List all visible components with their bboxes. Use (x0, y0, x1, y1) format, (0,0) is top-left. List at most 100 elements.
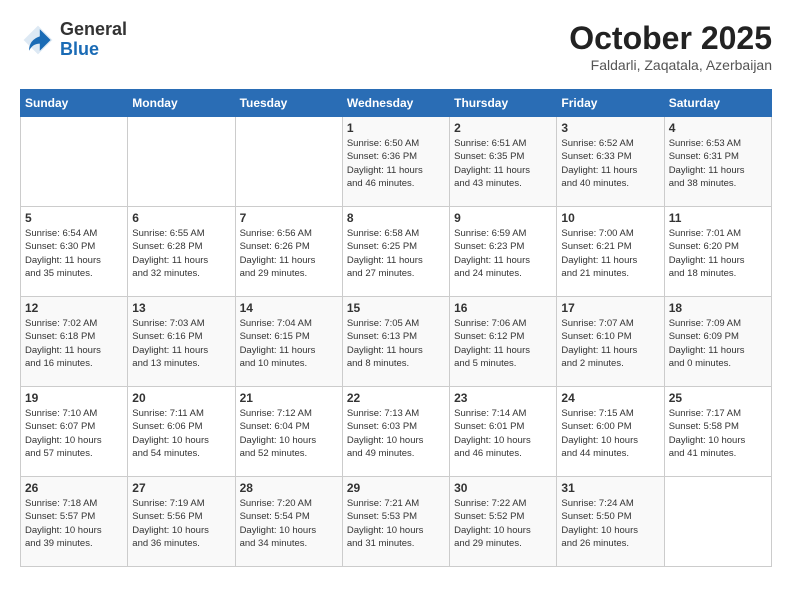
day-number: 2 (454, 121, 552, 135)
calendar-cell: 11 Sunrise: 7:01 AM Sunset: 6:20 PM Dayli… (664, 207, 771, 297)
day-info: Sunrise: 7:13 AM Sunset: 6:03 PM Dayligh… (347, 407, 445, 460)
logo-icon (20, 22, 56, 58)
day-number: 8 (347, 211, 445, 225)
day-number: 19 (25, 391, 123, 405)
day-number: 14 (240, 301, 338, 315)
calendar-cell (235, 117, 342, 207)
day-info: Sunrise: 6:55 AM Sunset: 6:28 PM Dayligh… (132, 227, 230, 280)
day-number: 27 (132, 481, 230, 495)
day-info: Sunrise: 7:03 AM Sunset: 6:16 PM Dayligh… (132, 317, 230, 370)
calendar-cell: 29Sunrise: 7:21 AM Sunset: 5:53 PM Dayli… (342, 477, 449, 567)
calendar-cell: 15 Sunrise: 7:05 AM Sunset: 6:13 PM Dayli… (342, 297, 449, 387)
day-info: Sunrise: 7:05 AM Sunset: 6:13 PM Dayligh… (347, 317, 445, 370)
calendar-cell: 18Sunrise: 7:09 AM Sunset: 6:09 PM Dayli… (664, 297, 771, 387)
calendar-cell: 28 Sunrise: 7:20 AM Sunset: 5:54 PM Dayli… (235, 477, 342, 567)
day-info: Sunrise: 6:56 AM Sunset: 6:26 PM Dayligh… (240, 227, 338, 280)
weekday-header-tuesday: Tuesday (235, 90, 342, 117)
day-info: Sunrise: 7:22 AM Sunset: 5:52 PM Dayligh… (454, 497, 552, 550)
calendar-cell: 7 Sunrise: 6:56 AM Sunset: 6:26 PM Daylig… (235, 207, 342, 297)
day-info: Sunrise: 6:54 AM Sunset: 6:30 PM Dayligh… (25, 227, 123, 280)
calendar-cell: 12 Sunrise: 7:02 AM Sunset: 6:18 PM Dayli… (21, 297, 128, 387)
weekday-header-wednesday: Wednesday (342, 90, 449, 117)
calendar-cell: 16 Sunrise: 7:06 AM Sunset: 6:12 PM Dayli… (450, 297, 557, 387)
day-number: 31 (561, 481, 659, 495)
day-info: Sunrise: 6:51 AM Sunset: 6:35 PM Dayligh… (454, 137, 552, 190)
calendar-cell: 13 Sunrise: 7:03 AM Sunset: 6:16 PM Dayli… (128, 297, 235, 387)
calendar-cell: 24Sunrise: 7:15 AM Sunset: 6:00 PM Dayli… (557, 387, 664, 477)
day-number: 5 (25, 211, 123, 225)
day-info: Sunrise: 7:15 AM Sunset: 6:00 PM Dayligh… (561, 407, 659, 460)
weekday-header-thursday: Thursday (450, 90, 557, 117)
day-info: Sunrise: 6:50 AM Sunset: 6:36 PM Dayligh… (347, 137, 445, 190)
day-number: 11 (669, 211, 767, 225)
logo-general: General (60, 19, 127, 39)
location-subtitle: Faldarli, Zaqatala, Azerbaijan (569, 57, 772, 73)
calendar-cell: 20Sunrise: 7:11 AM Sunset: 6:06 PM Dayli… (128, 387, 235, 477)
day-number: 20 (132, 391, 230, 405)
day-info: Sunrise: 7:06 AM Sunset: 6:12 PM Dayligh… (454, 317, 552, 370)
calendar-cell: 30 Sunrise: 7:22 AM Sunset: 5:52 PM Dayli… (450, 477, 557, 567)
calendar-cell: 31Sunrise: 7:24 AM Sunset: 5:50 PM Dayli… (557, 477, 664, 567)
calendar-cell: 9 Sunrise: 6:59 AM Sunset: 6:23 PM Daylig… (450, 207, 557, 297)
day-info: Sunrise: 7:04 AM Sunset: 6:15 PM Dayligh… (240, 317, 338, 370)
day-info: Sunrise: 7:09 AM Sunset: 6:09 PM Dayligh… (669, 317, 767, 370)
logo-blue: Blue (60, 39, 99, 59)
logo-text: General Blue (60, 20, 127, 60)
day-info: Sunrise: 6:59 AM Sunset: 6:23 PM Dayligh… (454, 227, 552, 280)
month-title: October 2025 (569, 20, 772, 57)
day-info: Sunrise: 7:12 AM Sunset: 6:04 PM Dayligh… (240, 407, 338, 460)
calendar-cell: 1 Sunrise: 6:50 AM Sunset: 6:36 PM Daylig… (342, 117, 449, 207)
day-number: 15 (347, 301, 445, 315)
day-info: Sunrise: 6:52 AM Sunset: 6:33 PM Dayligh… (561, 137, 659, 190)
week-row-1: 1 Sunrise: 6:50 AM Sunset: 6:36 PM Daylig… (21, 117, 772, 207)
day-number: 16 (454, 301, 552, 315)
calendar-cell: 23 Sunrise: 7:14 AM Sunset: 6:01 PM Dayli… (450, 387, 557, 477)
day-number: 25 (669, 391, 767, 405)
day-info: Sunrise: 7:07 AM Sunset: 6:10 PM Dayligh… (561, 317, 659, 370)
weekday-header-saturday: Saturday (664, 90, 771, 117)
day-number: 13 (132, 301, 230, 315)
calendar-cell: 5 Sunrise: 6:54 AM Sunset: 6:30 PM Daylig… (21, 207, 128, 297)
logo: General Blue (20, 20, 127, 60)
day-info: Sunrise: 7:21 AM Sunset: 5:53 PM Dayligh… (347, 497, 445, 550)
weekday-header-friday: Friday (557, 90, 664, 117)
week-row-3: 12 Sunrise: 7:02 AM Sunset: 6:18 PM Dayli… (21, 297, 772, 387)
day-info: Sunrise: 7:20 AM Sunset: 5:54 PM Dayligh… (240, 497, 338, 550)
day-info: Sunrise: 7:14 AM Sunset: 6:01 PM Dayligh… (454, 407, 552, 460)
calendar-cell: 3 Sunrise: 6:52 AM Sunset: 6:33 PM Daylig… (557, 117, 664, 207)
day-info: Sunrise: 7:00 AM Sunset: 6:21 PM Dayligh… (561, 227, 659, 280)
day-info: Sunrise: 7:02 AM Sunset: 6:18 PM Dayligh… (25, 317, 123, 370)
day-number: 17 (561, 301, 659, 315)
calendar-cell: 4Sunrise: 6:53 AM Sunset: 6:31 PM Daylig… (664, 117, 771, 207)
day-info: Sunrise: 7:17 AM Sunset: 5:58 PM Dayligh… (669, 407, 767, 460)
week-row-4: 19 Sunrise: 7:10 AM Sunset: 6:07 PM Dayli… (21, 387, 772, 477)
day-number: 23 (454, 391, 552, 405)
day-number: 10 (561, 211, 659, 225)
day-number: 4 (669, 121, 767, 135)
day-number: 7 (240, 211, 338, 225)
calendar-cell: 21Sunrise: 7:12 AM Sunset: 6:04 PM Dayli… (235, 387, 342, 477)
day-info: Sunrise: 7:01 AM Sunset: 6:20 PM Dayligh… (669, 227, 767, 280)
day-info: Sunrise: 7:18 AM Sunset: 5:57 PM Dayligh… (25, 497, 123, 550)
calendar-cell: 8 Sunrise: 6:58 AM Sunset: 6:25 PM Daylig… (342, 207, 449, 297)
day-number: 6 (132, 211, 230, 225)
day-info: Sunrise: 7:10 AM Sunset: 6:07 PM Dayligh… (25, 407, 123, 460)
calendar-cell: 22Sunrise: 7:13 AM Sunset: 6:03 PM Dayli… (342, 387, 449, 477)
calendar-cell: 19 Sunrise: 7:10 AM Sunset: 6:07 PM Dayli… (21, 387, 128, 477)
day-number: 28 (240, 481, 338, 495)
calendar-cell: 10 Sunrise: 7:00 AM Sunset: 6:21 PM Dayli… (557, 207, 664, 297)
weekday-header-row: SundayMondayTuesdayWednesdayThursdayFrid… (21, 90, 772, 117)
day-number: 1 (347, 121, 445, 135)
calendar-cell (664, 477, 771, 567)
day-number: 9 (454, 211, 552, 225)
weekday-header-sunday: Sunday (21, 90, 128, 117)
calendar-cell: 2 Sunrise: 6:51 AM Sunset: 6:35 PM Daylig… (450, 117, 557, 207)
day-number: 30 (454, 481, 552, 495)
day-number: 3 (561, 121, 659, 135)
day-number: 12 (25, 301, 123, 315)
calendar-cell (21, 117, 128, 207)
day-number: 26 (25, 481, 123, 495)
week-row-2: 5 Sunrise: 6:54 AM Sunset: 6:30 PM Daylig… (21, 207, 772, 297)
day-info: Sunrise: 6:58 AM Sunset: 6:25 PM Dayligh… (347, 227, 445, 280)
week-row-5: 26 Sunrise: 7:18 AM Sunset: 5:57 PM Dayli… (21, 477, 772, 567)
